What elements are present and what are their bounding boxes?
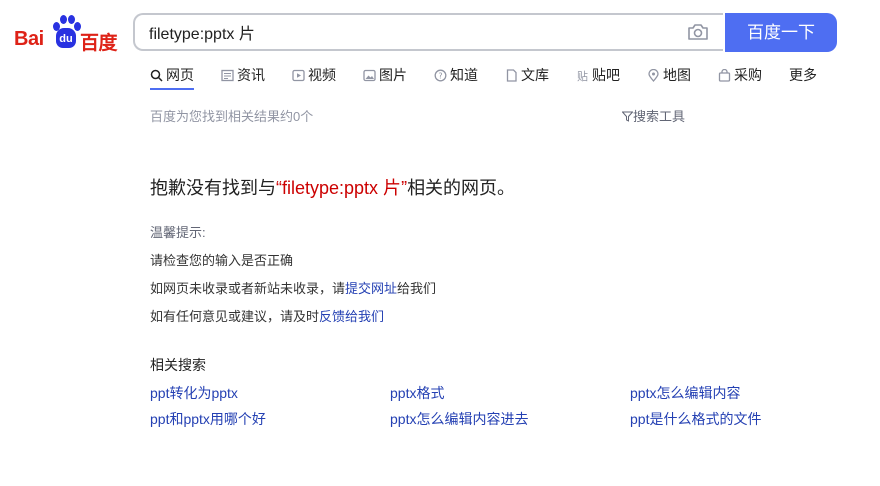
tab-wenku[interactable]: 文库 bbox=[505, 64, 549, 90]
tab-label: 贴吧 bbox=[592, 67, 620, 83]
tieba-icon: 贴 bbox=[577, 69, 588, 82]
filter-icon bbox=[621, 111, 634, 122]
shopping-icon bbox=[718, 69, 731, 82]
search-tools-button[interactable]: 搜索工具 bbox=[621, 106, 686, 125]
tab-web[interactable]: 网页 bbox=[150, 64, 194, 90]
tab-purchase[interactable]: 采购 bbox=[718, 64, 762, 90]
tab-news[interactable]: 资讯 bbox=[221, 64, 265, 90]
paw-icon: du bbox=[52, 14, 81, 50]
camera-icon[interactable] bbox=[687, 23, 709, 41]
tab-map[interactable]: 地图 bbox=[647, 64, 691, 90]
tip-line-submit-site: 如网页未收录或者新站未收录，请提交网址给我们 bbox=[150, 278, 436, 297]
tip-line-feedback: 如有任何意见或建议，请及时反馈给我们 bbox=[150, 306, 384, 325]
baidu-logo[interactable]: Bai du 百度 bbox=[14, 14, 122, 54]
no-results-prefix: 抱歉没有找到与 bbox=[150, 178, 276, 198]
svg-text:贴: 贴 bbox=[577, 69, 588, 82]
news-icon bbox=[221, 69, 234, 82]
logo-bai-text: Bai bbox=[14, 28, 44, 50]
svg-text:?: ? bbox=[438, 72, 442, 81]
logo-du-text: du bbox=[56, 28, 76, 48]
tab-label: 文库 bbox=[521, 67, 549, 83]
tab-label: 地图 bbox=[663, 67, 691, 83]
question-icon: ? bbox=[434, 69, 447, 82]
tip-line-check-input: 请检查您的输入是否正确 bbox=[150, 253, 294, 268]
tab-label: 视频 bbox=[308, 67, 336, 83]
search-box bbox=[133, 13, 723, 51]
active-tab-indicator bbox=[150, 88, 194, 90]
related-search-link[interactable]: ppt和pptx用哪个好 bbox=[150, 409, 266, 429]
related-searches-title: 相关搜索 bbox=[150, 357, 206, 373]
tab-images[interactable]: 图片 bbox=[363, 64, 407, 90]
image-icon bbox=[363, 69, 376, 82]
tip-text: 给我们 bbox=[397, 281, 437, 296]
search-tools-label: 搜索工具 bbox=[633, 109, 686, 124]
tab-label: 采购 bbox=[734, 67, 762, 83]
tab-label: 资讯 bbox=[237, 67, 265, 83]
related-search-link[interactable]: pptx格式 bbox=[390, 383, 444, 403]
tab-label: 网页 bbox=[166, 67, 194, 83]
search-button[interactable]: 百度一下 bbox=[725, 13, 837, 52]
map-icon bbox=[648, 69, 659, 82]
tab-tieba[interactable]: 贴贴吧 bbox=[576, 64, 620, 90]
result-count: 百度为您找到相关结果约0个 bbox=[150, 109, 314, 124]
related-search-link[interactable]: pptx怎么编辑内容进去 bbox=[390, 409, 528, 429]
tip-text: 如有任何意见或建议，请及时 bbox=[150, 309, 320, 324]
tab-more[interactable]: 更多 bbox=[789, 64, 817, 90]
no-results-suffix: 相关的网页。 bbox=[407, 178, 516, 198]
video-icon bbox=[292, 69, 305, 82]
no-results-message: 抱歉没有找到与“filetype:pptx 片”相关的网页。 bbox=[150, 174, 515, 200]
document-icon bbox=[506, 69, 517, 82]
related-search-link[interactable]: pptx怎么编辑内容 bbox=[630, 383, 740, 403]
search-input[interactable] bbox=[149, 15, 669, 49]
tab-label: 更多 bbox=[789, 67, 817, 83]
search-icon bbox=[150, 69, 163, 82]
related-search-link[interactable]: ppt是什么格式的文件 bbox=[630, 409, 761, 429]
related-search-link[interactable]: ppt转化为pptx bbox=[150, 383, 238, 403]
feedback-link[interactable]: 反馈给我们 bbox=[319, 309, 384, 324]
tip-text: 如网页未收录或者新站未收录，请 bbox=[150, 281, 346, 296]
tab-label: 知道 bbox=[450, 67, 478, 83]
tab-zhidao[interactable]: ? 知道 bbox=[434, 64, 478, 90]
logo-baidu-cn-text: 百度 bbox=[80, 33, 118, 54]
tab-video[interactable]: 视频 bbox=[292, 64, 336, 90]
no-results-query: filetype:pptx 片 bbox=[282, 178, 402, 198]
submit-url-link[interactable]: 提交网址 bbox=[345, 281, 397, 296]
tips-title: 温馨提示: bbox=[150, 225, 206, 240]
tab-label: 图片 bbox=[379, 67, 407, 83]
